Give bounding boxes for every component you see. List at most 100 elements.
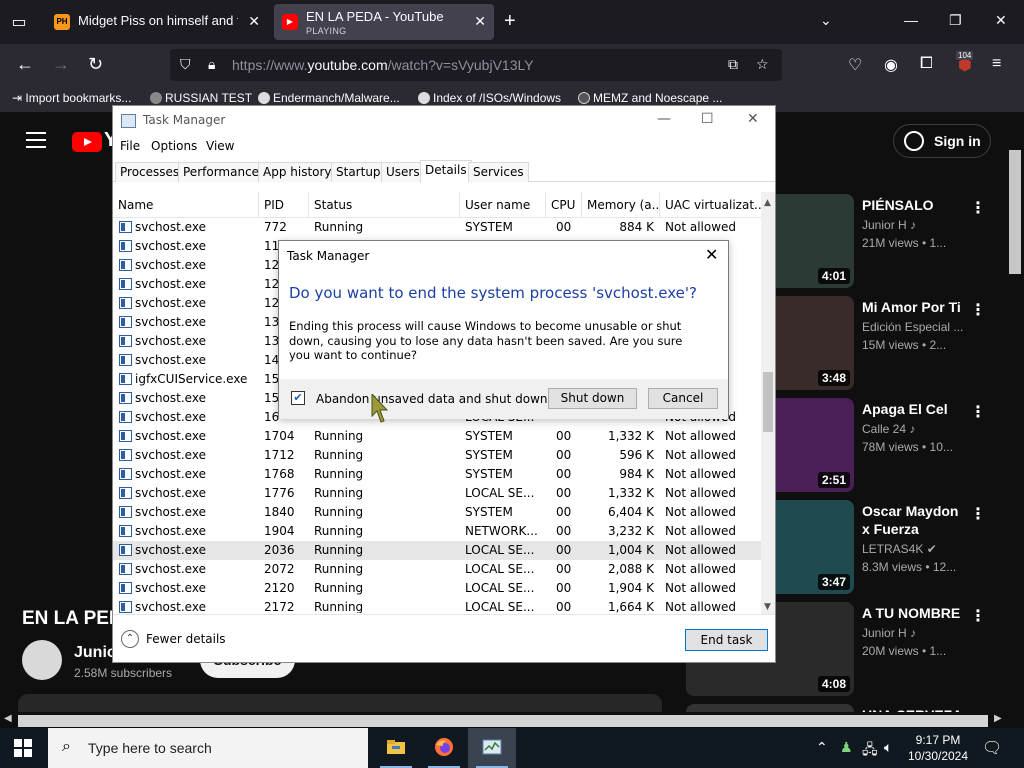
bookmark-isos[interactable]: Index of /ISOs/Windows [418, 91, 561, 105]
taskbar-firefox[interactable] [420, 728, 468, 768]
bookmark-import[interactable]: ⇥ Import bookmarks... [12, 91, 131, 105]
volume-icon[interactable]: 🔈︎ [884, 739, 892, 756]
table-row[interactable]: svchost.exe 1712 Running SYSTEM 00 596 K Not a… [113, 446, 761, 465]
tab-app-history[interactable]: App history [258, 162, 337, 182]
table-row[interactable]: svchost.exe 2036 Running LOCAL SE... 00 1,004… [113, 541, 761, 560]
table-row[interactable]: svchost.exe 2172 Running LOCAL SE... 00 1,664… [113, 598, 761, 613]
bookmark-russian-test[interactable]: RUSSIAN TEST [150, 91, 252, 105]
chevron-up-icon[interactable]: ⌃ [121, 630, 139, 648]
pocket-icon[interactable]: ♡ [848, 55, 862, 75]
minimize-icon[interactable]: — [904, 12, 918, 28]
more-actions-icon[interactable]: ⋮ [970, 300, 986, 320]
page-scrollbar[interactable] [1009, 150, 1021, 274]
more-actions-icon[interactable]: ⋮ [970, 402, 986, 422]
close-tab-icon[interactable]: ✕ [474, 13, 486, 30]
video-title[interactable]: Apaga El Cel [862, 400, 962, 418]
horizontal-scrollbar[interactable]: ◀ ▶ [0, 712, 1024, 728]
network-icon[interactable]: 🖧︎ [862, 739, 878, 763]
tab-processes[interactable]: Processes [115, 162, 185, 182]
list-all-tabs-icon[interactable]: ⌄ [820, 12, 832, 29]
minimize-icon[interactable]: — [657, 111, 671, 127]
column-memory[interactable]: Memory (a... [582, 192, 660, 218]
shut-down-button[interactable]: Shut down [548, 388, 637, 409]
maximize-icon[interactable]: ☐ [701, 111, 714, 127]
url-text[interactable]: https://www.youtube.com/watch?v=sVyubjV1… [232, 57, 534, 73]
taskbar-clock[interactable]: 9:17 PM 10/30/2024 [906, 732, 970, 764]
shield-icon[interactable]: ⛉ [180, 56, 191, 73]
cancel-button[interactable]: Cancel [648, 388, 718, 409]
menu-file[interactable]: File [120, 139, 140, 153]
more-actions-icon[interactable]: ⋮ [970, 504, 986, 524]
extensions-icon[interactable]: ⧠ [920, 55, 933, 73]
video-channel[interactable]: Calle 24 ♪ [862, 422, 915, 436]
people-icon[interactable]: ♟ [840, 739, 853, 756]
more-actions-icon[interactable]: ⋮ [970, 198, 986, 218]
video-channel[interactable]: LETRAS4K ✔ [862, 542, 937, 556]
column-user-name[interactable]: User name [460, 192, 546, 218]
close-window-icon[interactable]: ✕ [995, 12, 1007, 29]
horizontal-scroll-thumb[interactable] [18, 715, 988, 727]
tab-startup[interactable]: Startup [331, 162, 386, 182]
table-row[interactable]: svchost.exe 1776 Running LOCAL SE... 00 1,332… [113, 484, 761, 503]
column-uac[interactable]: UAC virtualizat... [660, 192, 763, 218]
fewer-details-link[interactable]: Fewer details [146, 632, 226, 646]
table-row[interactable]: svchost.exe 1904 Running NETWORK... 00 3,232 … [113, 522, 761, 541]
tab-services[interactable]: Services [468, 162, 529, 182]
bookmark-star-icon[interactable]: ☆ [756, 56, 769, 73]
close-icon[interactable]: ✕ [705, 245, 718, 264]
column-name[interactable]: Name [113, 192, 259, 218]
taskbar-file-explorer[interactable] [372, 728, 420, 768]
bookmark-memz[interactable]: MEMZ and Noescape ... [578, 91, 722, 105]
windows-start-icon[interactable] [14, 739, 32, 757]
details-scroll-thumb[interactable] [763, 372, 773, 432]
details-scrollbar[interactable]: ▲ ▼ [761, 192, 775, 614]
video-title[interactable]: Mi Amor Por Ti [862, 298, 962, 316]
more-actions-icon[interactable]: ⋮ [970, 606, 986, 626]
video-title[interactable]: PIÉNSALO [862, 196, 962, 214]
scroll-right-icon[interactable]: ▶ [994, 713, 1002, 724]
table-row[interactable]: svchost.exe 772 Running SYSTEM 00 884 K Not al… [113, 218, 761, 237]
maximize-icon[interactable]: ❐ [949, 12, 962, 29]
tray-chevron-up-icon[interactable]: ⌃ [816, 739, 828, 756]
video-title[interactable]: Oscar Maydon x Fuerza Regi... [862, 502, 962, 538]
browser-tab-2[interactable]: ▶ EN LA PEDA - YouTube PLAYING ✕ [274, 4, 494, 40]
scroll-left-icon[interactable]: ◀ [4, 713, 12, 724]
lock-icon[interactable]: 🔒︎ [208, 56, 215, 73]
tab-users[interactable]: Users [381, 162, 425, 182]
column-cpu[interactable]: CPU [546, 192, 582, 218]
tab-performance[interactable]: Performance [178, 162, 265, 182]
table-row[interactable]: svchost.exe 2120 Running LOCAL SE... 00 1,904… [113, 579, 761, 598]
abandon-data-checkbox[interactable]: ✔ [291, 391, 305, 405]
menu-icon[interactable]: ≡ [992, 55, 1001, 73]
close-tab-icon[interactable]: ✕ [248, 13, 260, 30]
menu-options[interactable]: Options [151, 139, 197, 153]
table-row[interactable]: svchost.exe 2072 Running LOCAL SE... 00 2,088… [113, 560, 761, 579]
video-channel[interactable]: Junior H ♪ [862, 218, 916, 232]
video-title[interactable]: A TU NOMBRE [862, 604, 962, 622]
channel-avatar[interactable] [22, 640, 62, 680]
menu-view[interactable]: View [206, 139, 234, 153]
table-row[interactable]: svchost.exe 1840 Running SYSTEM 00 6,404 K Not… [113, 503, 761, 522]
scroll-down-icon[interactable]: ▼ [764, 602, 771, 612]
table-row[interactable]: svchost.exe 1704 Running SYSTEM 00 1,332 K Not… [113, 427, 761, 446]
end-task-button[interactable]: End task [685, 629, 768, 651]
picture-in-picture-icon[interactable]: ⧉ [728, 56, 738, 73]
table-row[interactable]: svchost.exe 1768 Running SYSTEM 00 984 K Not a… [113, 465, 761, 484]
column-status[interactable]: Status [309, 192, 460, 218]
new-tab-button[interactable]: + [504, 10, 516, 33]
video-channel[interactable]: Edición Especial ... [862, 320, 963, 334]
column-pid[interactable]: PID [259, 192, 309, 218]
taskbar-task-manager[interactable] [468, 728, 516, 768]
back-icon[interactable]: ← [16, 54, 34, 75]
video-channel[interactable]: Junior H ♪ [862, 626, 916, 640]
browser-tab-1[interactable]: PH Midget Piss on himself and their ✕ [46, 4, 268, 40]
task-manager-titlebar[interactable]: Task Manager — ☐ ✕ [113, 106, 775, 136]
tab-details[interactable]: Details [420, 160, 472, 183]
hamburger-menu-icon[interactable] [26, 132, 46, 153]
tab-list-icon[interactable]: ▭ [8, 12, 30, 32]
youtube-logo-icon[interactable] [72, 132, 102, 152]
notification-icon[interactable]: 🗨︎ [982, 738, 1002, 758]
sign-in-button[interactable]: Sign in [893, 124, 991, 158]
close-icon[interactable]: ✕ [747, 111, 759, 127]
forward-icon[interactable]: → [52, 54, 70, 75]
